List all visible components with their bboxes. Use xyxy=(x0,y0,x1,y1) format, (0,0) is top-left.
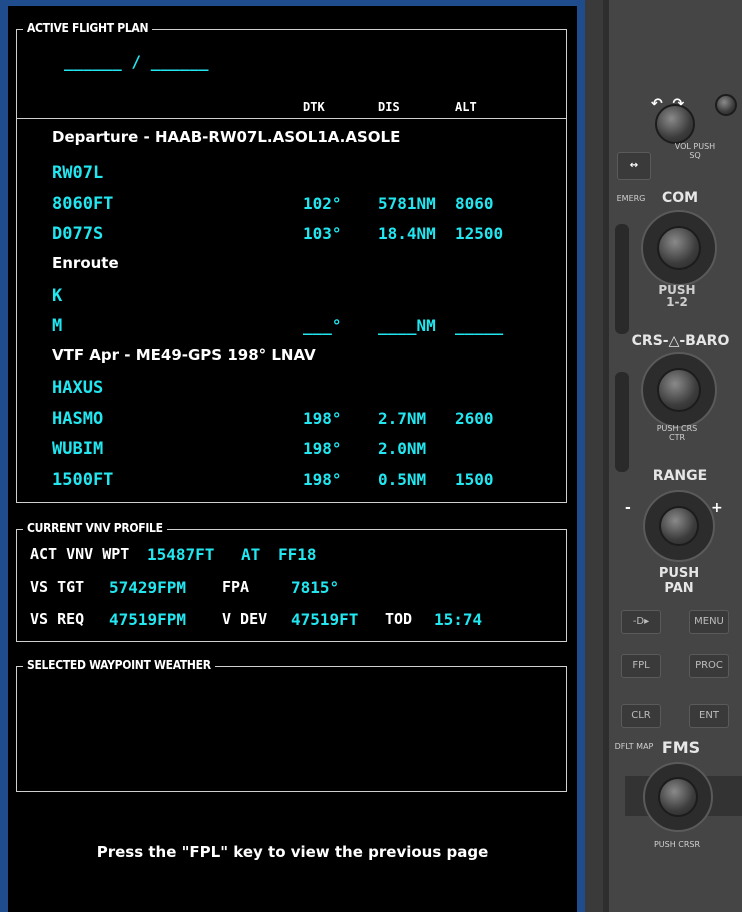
waypoint-dis: 2.7NM xyxy=(378,409,427,428)
column-header-dtk: DTK xyxy=(303,100,325,114)
route-entry-field[interactable]: ______ / ______ xyxy=(64,52,209,71)
crs-baro-label: CRS-△-BARO xyxy=(631,333,730,349)
waypoint-id: D077S xyxy=(52,224,104,244)
vs-req-label: VS REQ xyxy=(30,610,85,628)
flight-plan-row[interactable]: M ___° ____NM _____ xyxy=(0,316,570,340)
column-header-dis: DIS xyxy=(378,100,400,114)
waypoint-dis: 18.4NM xyxy=(378,224,436,243)
emerg-label: EMERG xyxy=(616,194,646,203)
crs-ctr-label: PUSH CRS CTR xyxy=(656,424,698,442)
menu-key[interactable]: MENU xyxy=(689,610,729,634)
panel-title: CURRENT VNV PROFILE xyxy=(23,521,167,535)
swap-arrows-icon: ↔ xyxy=(629,160,639,171)
bezel-slot-upper xyxy=(615,224,629,334)
waypoint-dtk: 198° xyxy=(303,409,342,428)
act-vnv-wpt-alt: 15487FT xyxy=(147,545,215,564)
ent-key[interactable]: ENT xyxy=(689,704,729,728)
vs-tgt-value: 57429FPM xyxy=(109,578,187,597)
proc-key[interactable]: PROC xyxy=(689,654,729,678)
waypoint-dtk: 198° xyxy=(303,470,342,489)
flight-plan-row[interactable]: 8060FT 102° 5781NM 8060 xyxy=(0,194,570,218)
bezel-edge xyxy=(585,0,603,912)
waypoint-dtk: ___° xyxy=(303,316,342,335)
waypoint-alt: 1500 xyxy=(455,470,494,489)
com-push-label: PUSH 1-2 xyxy=(658,283,696,309)
waypoint-dtk: 103° xyxy=(303,224,342,243)
act-vnv-wpt-label: ACT VNV WPT xyxy=(30,545,130,563)
waypoint-id: 8060FT xyxy=(52,194,114,214)
flight-plan-row[interactable]: K xyxy=(0,286,570,310)
fpa-value: 7815° xyxy=(291,578,340,597)
flight-plan-row[interactable]: HASMO 198° 2.7NM 2600 xyxy=(0,409,570,433)
waypoint-id: HAXUS xyxy=(52,378,104,398)
waypoint-id: 1500FT xyxy=(52,470,114,490)
flight-plan-row[interactable]: 1500FT 198° 0.5NM 1500 xyxy=(0,470,570,494)
waypoint-dtk: 198° xyxy=(303,439,342,458)
direct-to-key[interactable]: -D▸ xyxy=(621,610,661,634)
section-header-departure: Departure - HAAB-RW07L.ASOL1A.ASOLE xyxy=(52,128,401,146)
bezel-slot-lower xyxy=(615,372,629,472)
range-minus-icon: - xyxy=(625,500,631,516)
footer-instruction: Press the "FPL" key to view the previous… xyxy=(96,843,489,861)
waypoint-id: RW07L xyxy=(52,163,104,183)
tod-label: TOD xyxy=(385,610,413,628)
section-header-approach: VTF Apr - ME49-GPS 198° LNAV xyxy=(52,346,316,364)
waypoint-weather-panel: SELECTED WAYPOINT WEATHER xyxy=(16,658,567,792)
mfd-screen: ACTIVE FLIGHT PLAN ______ / ______ DTK D… xyxy=(0,0,585,912)
vs-req-value: 47519FPM xyxy=(109,610,187,629)
flight-plan-row[interactable]: WUBIM 198° 2.0NM xyxy=(0,439,570,463)
flight-plan-row[interactable]: HAXUS xyxy=(0,378,570,402)
waypoint-alt: 8060 xyxy=(455,194,494,213)
fpl-key[interactable]: FPL xyxy=(621,654,661,678)
waypoint-dtk: 102° xyxy=(303,194,342,213)
fms-knob[interactable] xyxy=(658,777,698,817)
waypoint-id: WUBIM xyxy=(52,439,104,459)
at-label: AT xyxy=(241,545,261,564)
pan-label: PUSH PAN xyxy=(658,566,700,596)
push-crsr-label: PUSH CRSR xyxy=(653,840,701,849)
panel-title: SELECTED WAYPOINT WEATHER xyxy=(23,658,215,672)
waypoint-id: K xyxy=(52,286,63,306)
crs-baro-knob[interactable] xyxy=(657,368,701,412)
range-label: RANGE xyxy=(652,468,708,484)
waypoint-dis: 2.0NM xyxy=(378,439,427,458)
fms-label: FMS xyxy=(661,738,701,757)
waypoint-dis: 5781NM xyxy=(378,194,436,213)
waypoint-dis: 0.5NM xyxy=(378,470,427,489)
com-knob[interactable] xyxy=(657,226,701,270)
section-header-enroute: Enroute xyxy=(52,254,119,272)
flight-plan-row[interactable]: RW07L xyxy=(0,163,570,187)
waypoint-alt: _____ xyxy=(455,316,504,335)
column-header-alt: ALT xyxy=(455,100,477,114)
range-plus-icon: + xyxy=(711,500,723,516)
clr-key[interactable]: CLR xyxy=(621,704,661,728)
vs-tgt-label: VS TGT xyxy=(30,578,85,596)
vdev-label: V DEV xyxy=(222,610,268,628)
screen-frame-right xyxy=(577,0,585,912)
vol-label: VOL PUSH SQ xyxy=(674,142,716,160)
com-label: COM xyxy=(661,190,699,206)
waypoint-alt: 2600 xyxy=(455,409,494,428)
waypoint-id: M xyxy=(52,316,63,336)
flight-plan-header-divider xyxy=(16,118,567,119)
range-joystick[interactable] xyxy=(659,506,699,546)
waypoint-alt: 12500 xyxy=(455,224,504,243)
right-bezel: ↶ ↷ VOL PUSH SQ ↔ EMERG COM PUSH 1-2 CRS… xyxy=(585,0,742,912)
tod-value: 15:74 xyxy=(434,610,483,629)
flight-plan-row[interactable]: D077S 103° 18.4NM 12500 xyxy=(0,224,570,248)
fpa-label: FPA xyxy=(222,578,250,596)
screen-frame-top xyxy=(0,0,585,6)
emergency-button[interactable]: ↔ xyxy=(617,152,651,180)
ident-knob[interactable] xyxy=(715,94,737,116)
waypoint-id: HASMO xyxy=(52,409,104,429)
vdev-value: 47519FT xyxy=(291,610,359,629)
panel-title: ACTIVE FLIGHT PLAN xyxy=(23,21,153,35)
vol-rotate-arrows-icon: ↶ ↷ xyxy=(651,96,685,112)
act-vnv-wpt-id: FF18 xyxy=(278,545,317,564)
waypoint-dis: ____NM xyxy=(378,316,436,335)
